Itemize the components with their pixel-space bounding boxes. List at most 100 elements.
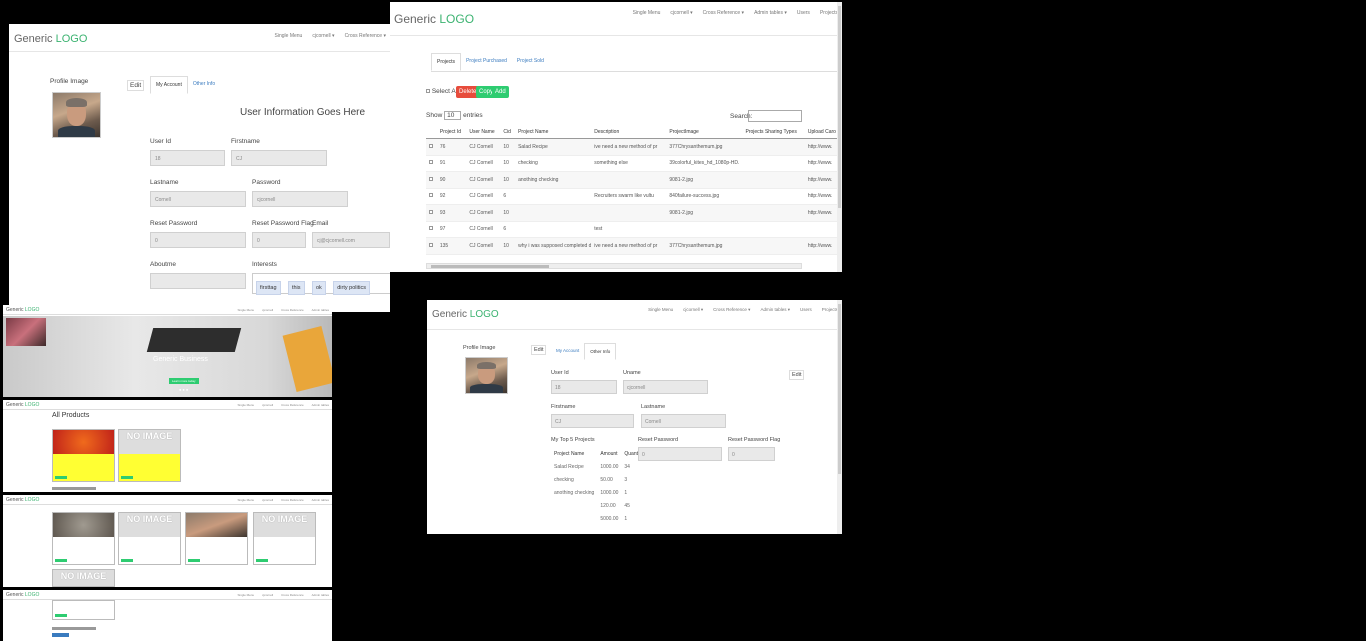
lastname-field[interactable]: Cornell bbox=[150, 191, 246, 207]
interest-tag[interactable]: this bbox=[287, 281, 305, 295]
table-row[interactable]: 91 CJ Cornell 10 checking something else 39co… bbox=[426, 155, 842, 172]
product-button[interactable] bbox=[55, 476, 67, 479]
col-project-id[interactable]: Project Id bbox=[436, 126, 467, 139]
reset-password-flag-field[interactable]: 0 bbox=[252, 232, 306, 248]
nav-user-menu[interactable]: cjcornell ▾ bbox=[312, 33, 334, 39]
col-project-name[interactable]: Project Name bbox=[515, 126, 592, 139]
nav-admin-tables[interactable]: Admin tables bbox=[312, 593, 329, 597]
reset-password-field[interactable]: 0 bbox=[150, 232, 246, 248]
tab-other-info[interactable]: Other Info bbox=[188, 76, 220, 94]
nav-user-menu[interactable]: cjcornell bbox=[262, 498, 273, 502]
brand-logo[interactable]: Generic LOGO bbox=[432, 309, 499, 320]
reset-password-flag-field[interactable]: 0 bbox=[728, 447, 775, 461]
nav-cross-reference[interactable]: Cross Reference bbox=[281, 403, 304, 407]
brand-logo[interactable]: Generic LOGO bbox=[6, 592, 39, 598]
nav-cross-reference[interactable]: Cross Reference bbox=[281, 593, 304, 597]
tab-project-sold[interactable]: Project Sold bbox=[512, 53, 549, 71]
nav-cross-reference[interactable]: Cross Reference ▾ bbox=[345, 33, 386, 39]
nav-single-menu[interactable]: Single Menu bbox=[237, 403, 254, 407]
row-checkbox[interactable] bbox=[429, 209, 433, 214]
edit-button[interactable]: Edit bbox=[531, 345, 547, 355]
vertical-scrollbar[interactable] bbox=[837, 2, 842, 272]
table-row[interactable]: 93 CJ Cornell 10 9081-2.jpg http://www. bbox=[426, 204, 842, 222]
table-row[interactable]: 92 CJ Cornell 6 Recruiters swarm like vultu… bbox=[426, 188, 842, 205]
nav-single-menu[interactable]: Single Menu bbox=[275, 33, 303, 39]
product-card[interactable] bbox=[52, 600, 115, 620]
brand-logo[interactable]: Generic LOGO bbox=[6, 497, 39, 503]
nav-single-menu[interactable]: Single Menu bbox=[648, 307, 673, 313]
interest-tag[interactable]: ok bbox=[311, 281, 326, 295]
row-checkbox[interactable] bbox=[429, 242, 433, 247]
product-button[interactable] bbox=[121, 476, 133, 479]
row-checkbox[interactable] bbox=[429, 176, 433, 181]
nav-single-menu[interactable]: Single Menu bbox=[237, 308, 254, 312]
carousel-dots[interactable]: ●●● bbox=[179, 387, 189, 392]
col-user-name[interactable]: User Name bbox=[466, 126, 501, 139]
select-all-checkbox[interactable] bbox=[426, 89, 430, 93]
email-field[interactable]: cj@cjcornell.com bbox=[312, 232, 390, 248]
interest-tag[interactable]: firsttag bbox=[256, 281, 281, 295]
nav-single-menu[interactable]: Single Menu bbox=[237, 593, 254, 597]
user-id-field[interactable]: 18 bbox=[551, 380, 617, 394]
product-button[interactable] bbox=[256, 559, 268, 562]
nav-user-menu[interactable]: cjcornell bbox=[262, 593, 273, 597]
product-button[interactable] bbox=[188, 559, 200, 562]
nav-projects[interactable]: Projects bbox=[820, 10, 838, 16]
user-id-field[interactable]: 18 bbox=[150, 150, 225, 166]
tab-my-account[interactable]: My Account bbox=[150, 76, 188, 94]
add-button[interactable]: Add bbox=[492, 86, 509, 98]
table-row[interactable]: 76 CJ Cornell 10 Salad Recipe ive need a new… bbox=[426, 138, 842, 156]
firstname-field[interactable]: CJ bbox=[231, 150, 327, 166]
select-all[interactable]: Select All bbox=[426, 88, 459, 95]
nav-admin-tables[interactable]: Admin tables bbox=[312, 498, 329, 502]
row-checkbox[interactable] bbox=[429, 160, 433, 165]
page-length-select[interactable]: 10 bbox=[444, 111, 462, 120]
tab-other-info[interactable]: Other Info bbox=[584, 343, 617, 360]
tab-project-purchased[interactable]: Project Purchased bbox=[461, 53, 512, 71]
col-cid[interactable]: Cid bbox=[500, 126, 516, 139]
footer-button[interactable] bbox=[52, 633, 69, 637]
nav-cross-reference[interactable]: Cross Reference bbox=[281, 308, 304, 312]
product-card[interactable]: NO IMAGE bbox=[253, 512, 316, 565]
product-card[interactable]: NO IMAGE bbox=[118, 512, 181, 565]
nav-projects[interactable]: Projects bbox=[822, 307, 838, 313]
tab-projects[interactable]: Projects bbox=[431, 53, 462, 71]
row-checkbox[interactable] bbox=[429, 143, 433, 148]
nav-cross-reference[interactable]: Cross Reference bbox=[281, 498, 304, 502]
product-card[interactable]: NO IMAGE bbox=[52, 569, 115, 587]
firstname-field[interactable]: CJ bbox=[551, 414, 634, 428]
nav-users[interactable]: Users bbox=[800, 307, 812, 313]
edit-button[interactable]: Edit bbox=[127, 80, 145, 91]
product-button[interactable] bbox=[55, 614, 67, 617]
brand-logo[interactable]: Generic LOGO bbox=[6, 402, 39, 408]
table-row[interactable]: 135 CJ Cornell 10 why i was supposed comple… bbox=[426, 237, 842, 255]
product-card[interactable] bbox=[52, 512, 115, 565]
product-card[interactable] bbox=[52, 429, 115, 482]
product-card[interactable]: NO IMAGE bbox=[118, 429, 181, 482]
col-project-image[interactable]: ProjectImage bbox=[666, 126, 743, 139]
brand-logo[interactable]: Generic LOGO bbox=[6, 307, 39, 313]
reset-password-field[interactable]: 0 bbox=[638, 447, 722, 461]
nav-admin-tables[interactable]: Admin tables bbox=[312, 403, 329, 407]
row-checkbox[interactable] bbox=[429, 193, 433, 198]
product-card[interactable] bbox=[185, 512, 248, 565]
brand-logo[interactable]: Generic LOGO bbox=[14, 33, 87, 45]
row-checkbox[interactable] bbox=[429, 226, 433, 231]
search-input[interactable] bbox=[748, 110, 802, 122]
interests-tag-input[interactable]: firsttag this ok dirty politics bbox=[252, 273, 390, 295]
interest-tag[interactable]: dirty politics bbox=[333, 281, 370, 295]
vertical-scrollbar[interactable] bbox=[837, 300, 842, 534]
uname-field[interactable]: cjcornell bbox=[623, 380, 708, 394]
nav-single-menu[interactable]: Single Menu bbox=[633, 10, 661, 16]
tab-my-account[interactable]: My Account bbox=[551, 343, 584, 360]
product-button[interactable] bbox=[121, 559, 133, 562]
nav-admin-tables[interactable]: Admin tables ▾ bbox=[754, 10, 787, 16]
lastname-field[interactable]: Cornell bbox=[641, 414, 726, 428]
nav-user-menu[interactable]: cjcornell ▾ bbox=[670, 10, 692, 16]
nav-admin-tables[interactable]: Admin tables ▾ bbox=[760, 307, 790, 313]
table-row[interactable]: 90 CJ Cornell 10 anothing checking 9081-2.jp… bbox=[426, 171, 842, 189]
horizontal-scrollbar[interactable] bbox=[426, 263, 802, 269]
col-description[interactable]: Description bbox=[591, 126, 667, 139]
nav-user-menu[interactable]: cjcornell ▾ bbox=[683, 307, 703, 313]
aboutme-field[interactable] bbox=[150, 273, 246, 289]
